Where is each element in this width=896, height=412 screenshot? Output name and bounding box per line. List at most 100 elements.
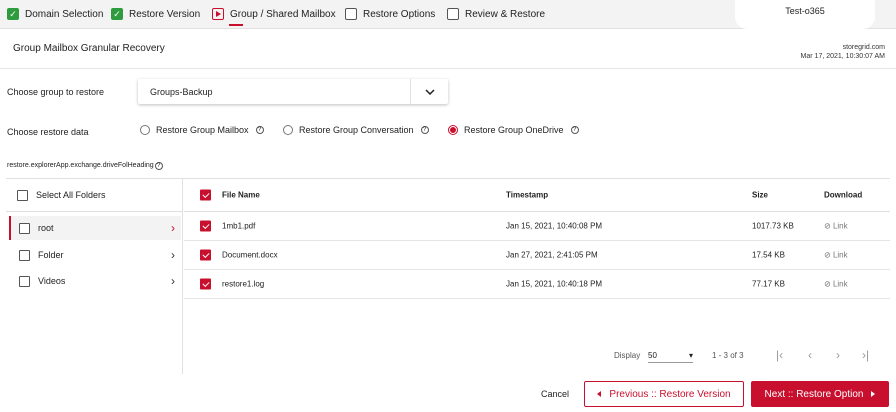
help-icon[interactable]: ? [420,126,429,134]
select-all-label: Select All Folders [36,190,106,200]
account-name: storegrid.com [842,44,885,51]
file-timestamp: Jan 15, 2021, 10:40:08 PM [506,221,603,231]
paperclip-icon: ⊘ [824,279,833,289]
page-range: 1 - 3 of 3 [712,351,744,360]
first-page-icon[interactable]: |‹ [776,348,783,362]
col-file-name[interactable]: File Name [222,191,260,200]
step-domain-selection[interactable]: ✓ Domain Selection [7,8,103,20]
download-link[interactable]: ⊘ Link [824,251,848,260]
check-icon: ✓ [7,8,19,20]
radio-icon [283,125,293,135]
radio-selected-icon [448,125,458,135]
previous-label: Previous :: Restore Version [609,388,731,400]
header-timestamp: Mar 17, 2021, 10:30:07 AM [800,53,885,60]
select-all-files-checkbox[interactable] [200,189,211,201]
file-name: Document.docx [222,250,278,260]
file-size: 1017.73 KB [752,221,794,231]
download-link[interactable]: ⊘ Link [824,280,848,289]
checkbox-empty-icon [447,8,459,20]
drive-heading-text: restore.explorerApp.exchange.driveFolHea… [7,162,154,169]
step-group-shared-mailbox[interactable]: Group / Shared Mailbox [212,8,336,20]
step-label: Domain Selection [25,8,104,20]
tenant-name: Test-o365 [785,6,825,16]
chevron-right-icon[interactable]: › [171,274,175,288]
last-page-icon[interactable]: ›| [862,348,869,362]
display-label: Display [614,351,641,360]
caret-right-icon [871,391,876,397]
restore-data-label: Choose restore data [7,127,89,137]
paperclip-icon: ⊘ [824,250,833,260]
checkbox[interactable] [19,249,30,261]
group-select-value: Groups-Backup [150,86,213,97]
prev-page-icon[interactable]: ‹ [808,348,812,362]
file-name: 1mb1.pdf [222,221,256,231]
table-header: File Name Timestamp Size Download [184,179,890,212]
drive-browser: Select All Folders root › Folder › Video… [6,178,890,374]
folder-item-folder[interactable]: Folder › [9,243,181,267]
chevron-right-icon[interactable]: › [171,248,175,262]
page-size-value: 50 [648,351,657,360]
row-checkbox[interactable] [200,220,211,232]
group-select[interactable]: Groups-Backup [138,79,448,104]
table-row[interactable]: Document.docx Jan 27, 2021, 2:41:05 PM 1… [184,241,890,270]
col-size[interactable]: Size [752,191,768,200]
checkbox[interactable] [19,275,30,287]
page-size-select[interactable]: 50 ▾ [648,351,693,363]
next-button[interactable]: Next :: Restore Option [751,381,889,407]
help-icon[interactable]: ? [570,126,579,134]
chevron-right-icon[interactable]: › [171,221,175,235]
file-size: 17.54 KB [752,250,785,260]
file-size: 77.17 KB [752,279,785,289]
table-row[interactable]: restore1.log Jan 15, 2021, 10:40:18 PM 7… [184,270,890,299]
chevron-down-icon[interactable] [410,79,448,104]
checkbox[interactable] [19,222,30,234]
next-page-icon[interactable]: › [836,348,840,362]
step-review-restore[interactable]: Review & Restore [447,8,545,20]
step-label: Review & Restore [465,8,546,20]
previous-button[interactable]: Previous :: Restore Version [584,381,744,407]
file-table: File Name Timestamp Size Download 1mb1.p… [184,179,890,374]
row-checkbox[interactable] [200,249,211,261]
step-label: Restore Options [363,8,436,20]
col-download: Download [824,190,863,200]
col-timestamp[interactable]: Timestamp [506,191,548,200]
next-label: Next :: Restore Option [764,388,864,400]
folder-item-root[interactable]: root › [9,216,181,240]
tenant-tab[interactable]: Test-o365 [735,0,875,29]
paperclip-icon: ⊘ [824,221,833,231]
caret-left-icon [597,391,602,397]
step-restore-options[interactable]: Restore Options [345,8,435,20]
cancel-button[interactable]: Cancel [541,389,569,399]
radio-group-conversation[interactable]: Restore Group Conversation? [283,125,429,135]
select-all-folders[interactable]: Select All Folders [6,179,182,212]
checkbox-empty-icon [345,8,357,20]
file-timestamp: Jan 27, 2021, 2:41:05 PM [506,250,598,260]
download-label: Link [832,279,848,289]
radio-icon [140,125,150,135]
radio-label: Restore Group OneDrive [464,125,564,135]
folder-name: Videos [38,276,66,286]
row-checkbox[interactable] [200,278,211,290]
table-row[interactable]: 1mb1.pdf Jan 15, 2021, 10:40:08 PM 1017.… [184,212,890,241]
current-step-indicator [229,24,243,26]
download-link[interactable]: ⊘ Link [824,222,848,231]
download-label: Link [832,250,848,260]
folder-name: root [38,223,54,233]
checkbox[interactable] [17,189,28,201]
folder-name: Folder [38,250,64,260]
download-label: Link [832,221,848,231]
check-icon: ✓ [111,8,123,20]
help-icon[interactable]: ? [255,126,264,134]
drive-heading: restore.explorerApp.exchange.driveFolHea… [7,162,163,170]
file-timestamp: Jan 15, 2021, 10:40:18 PM [506,279,603,289]
step-label: Group / Shared Mailbox [230,8,336,20]
help-icon[interactable]: ? [154,162,163,170]
group-label: Choose group to restore [7,87,105,97]
step-restore-version[interactable]: ✓ Restore Version [111,8,200,20]
divider [0,68,896,69]
page-title: Group Mailbox Granular Recovery [13,43,165,54]
radio-group-onedrive[interactable]: Restore Group OneDrive? [448,125,579,135]
radio-group-mailbox[interactable]: Restore Group Mailbox? [140,125,264,135]
radio-label: Restore Group Mailbox [156,125,249,135]
folder-item-videos[interactable]: Videos › [9,269,181,293]
